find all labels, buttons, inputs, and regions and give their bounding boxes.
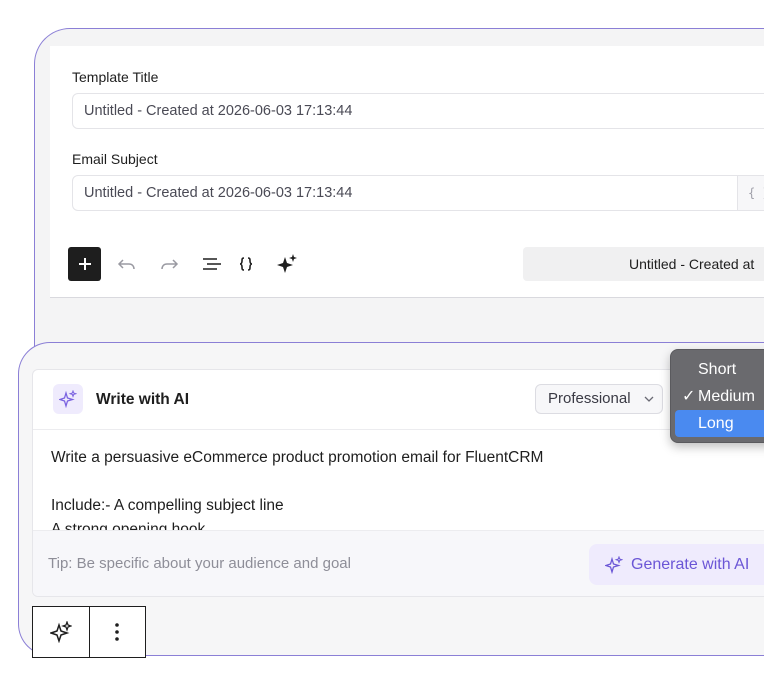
block-toolbar: [32, 606, 146, 658]
list-view-icon: [203, 258, 221, 270]
template-title-input[interactable]: Untitled - Created at 2026-06-03 17:13:4…: [72, 93, 764, 129]
braces-icon: [239, 257, 253, 271]
length-option-long[interactable]: Long: [675, 410, 764, 437]
block-ai-button[interactable]: [33, 607, 89, 657]
ai-prompt-textarea[interactable]: Write a persuasive eCommerce product pro…: [51, 446, 764, 530]
ai-sparkle-button[interactable]: [275, 252, 299, 276]
tone-select[interactable]: Professional: [535, 384, 663, 414]
add-block-button[interactable]: [68, 247, 101, 281]
length-dropdown-menu: Short ✓ Medium Long: [670, 349, 764, 443]
ai-panel-title: Write with AI: [96, 391, 189, 408]
length-option-short[interactable]: Short: [671, 356, 764, 383]
generate-with-ai-button[interactable]: Generate with AI: [589, 544, 764, 585]
ai-badge: [53, 384, 83, 414]
sparkles-icon: [277, 254, 297, 273]
merge-code-button[interactable]: [235, 253, 257, 275]
document-overview-button[interactable]: [200, 253, 224, 275]
undo-button[interactable]: [116, 253, 138, 275]
length-option-medium-label: Medium: [698, 388, 755, 405]
sparkles-outline-icon: [605, 555, 623, 574]
ai-panel-header: Write with AI Professional: [33, 370, 764, 430]
template-title-label: Template Title: [72, 69, 159, 85]
undo-icon: [117, 259, 135, 270]
merge-tag-button[interactable]: { }: [737, 176, 764, 210]
email-subject-input[interactable]: Untitled - Created at 2026-06-03 17:13:4…: [72, 175, 764, 211]
email-subject-label: Email Subject: [72, 151, 158, 167]
email-preview-title: Untitled - Created at: [523, 247, 764, 281]
more-vertical-icon: [115, 623, 120, 641]
write-with-ai-panel: Write with AI Professional Write a persu…: [32, 369, 764, 597]
redo-icon: [161, 259, 179, 270]
sparkles-outline-icon: [49, 621, 72, 643]
sparkles-outline-icon: [59, 390, 77, 408]
block-options-button[interactable]: [88, 607, 145, 657]
checkmark-icon: ✓: [682, 388, 696, 405]
ai-tip-text: Tip: Be specific about your audience and…: [48, 555, 351, 572]
chevron-down-icon: [644, 396, 654, 402]
redo-button[interactable]: [158, 253, 180, 275]
ai-panel-footer: Tip: Be specific about your audience and…: [33, 530, 764, 596]
generate-with-ai-label: Generate with AI: [631, 555, 750, 573]
length-option-medium[interactable]: ✓ Medium: [671, 383, 764, 410]
plus-icon: [78, 258, 91, 270]
tone-select-value: Professional: [548, 390, 631, 407]
